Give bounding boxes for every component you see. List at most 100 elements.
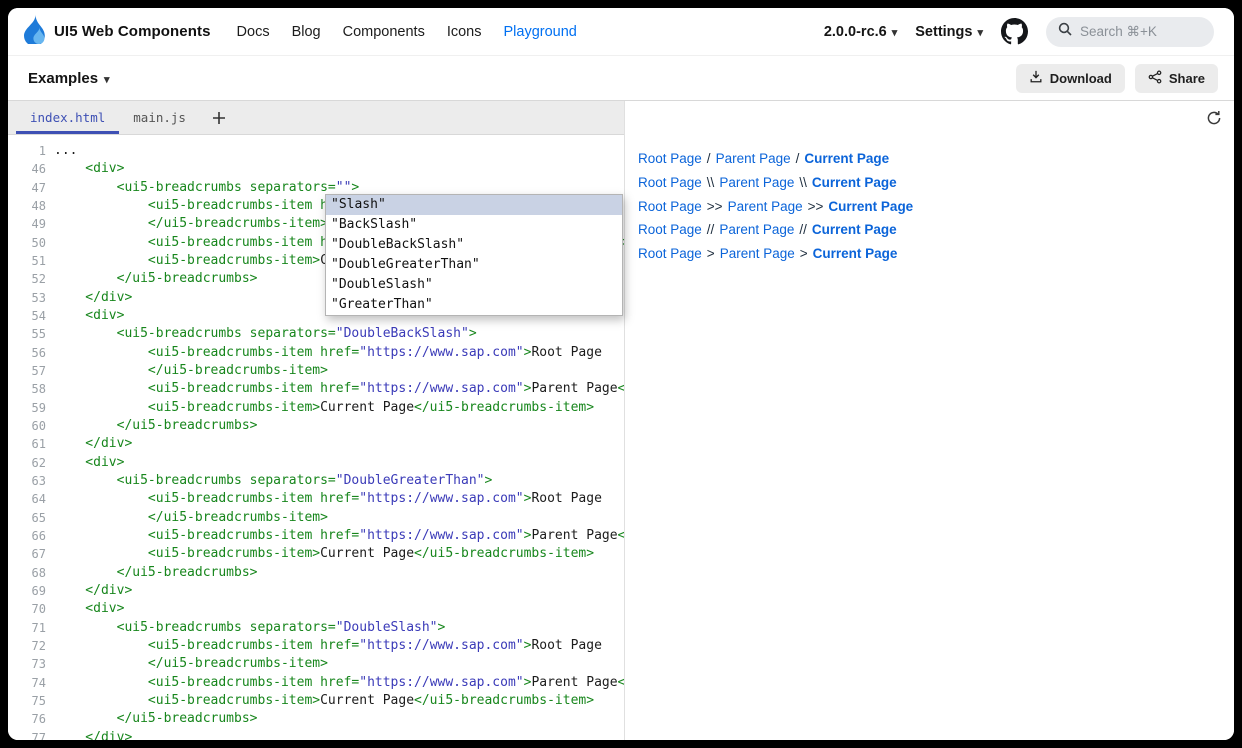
code-line: 57 </ui5-breadcrumbs-item> xyxy=(8,362,624,380)
version-dropdown[interactable]: 2.0.0-rc.6 xyxy=(824,24,897,40)
code-line: 72 <ui5-breadcrumbs-item href="https://w… xyxy=(8,637,624,655)
breadcrumb-link[interactable]: Parent Page xyxy=(720,246,795,261)
autocomplete-option[interactable]: "BackSlash" xyxy=(326,215,622,235)
code-line: 65 </ui5-breadcrumbs-item> xyxy=(8,509,624,527)
examples-dropdown[interactable]: Examples xyxy=(28,70,110,87)
breadcrumbs-row: Root Page\\Parent Page\\Current Page xyxy=(638,171,1234,195)
line-content: <ui5-breadcrumbs-item href="https://www.… xyxy=(54,674,624,692)
autocomplete-option[interactable]: "Slash" xyxy=(326,195,622,215)
site-header: UI5 Web Components Docs Blog Components Ico… xyxy=(8,8,1234,56)
line-number: 49 xyxy=(8,215,46,233)
breadcrumb-separator: / xyxy=(707,151,711,166)
breadcrumb-link[interactable]: Root Page xyxy=(638,151,702,166)
code-line: 62 <div> xyxy=(8,454,624,472)
breadcrumb-link[interactable]: Root Page xyxy=(638,222,702,237)
autocomplete-option[interactable]: "DoubleBackSlash" xyxy=(326,235,622,255)
breadcrumb-link[interactable]: Parent Page xyxy=(728,199,803,214)
line-content: </ui5-breadcrumbs> xyxy=(54,270,258,288)
code-line: 46 <div> xyxy=(8,160,624,178)
line-number: 75 xyxy=(8,692,46,710)
line-content: <ui5-breadcrumbs separators="DoubleGreat… xyxy=(54,472,492,490)
examples-label: Examples xyxy=(28,70,98,87)
settings-dropdown[interactable]: Settings xyxy=(915,24,983,40)
line-number: 57 xyxy=(8,362,46,380)
github-icon[interactable] xyxy=(1001,18,1028,45)
home-link[interactable]: UI5 Web Components xyxy=(24,14,211,49)
preview-content: Root Page/Parent Page/Current PageRoot P… xyxy=(626,135,1234,265)
nav-item-docs[interactable]: Docs xyxy=(237,24,270,40)
line-number: 64 xyxy=(8,490,46,508)
preview-toolbar xyxy=(626,101,1234,135)
preview-panel: Root Page/Parent Page/Current PageRoot P… xyxy=(626,101,1234,740)
breadcrumb-link[interactable]: Root Page xyxy=(638,175,702,190)
line-number: 69 xyxy=(8,582,46,600)
breadcrumb-link[interactable]: Parent Page xyxy=(719,222,794,237)
line-content: </ui5-breadcrumbs-item> xyxy=(54,509,328,527)
breadcrumb-separator: // xyxy=(707,222,715,237)
download-label: Download xyxy=(1050,71,1112,86)
refresh-button[interactable] xyxy=(1206,110,1222,126)
line-number: 77 xyxy=(8,729,46,741)
tab-main.js[interactable]: main.js xyxy=(119,101,200,134)
line-content: </ui5-breadcrumbs-item> xyxy=(54,655,328,673)
line-number: 58 xyxy=(8,380,46,398)
download-icon xyxy=(1029,69,1043,87)
line-number: 55 xyxy=(8,325,46,343)
nav-item-components[interactable]: Components xyxy=(343,24,425,40)
line-number: 76 xyxy=(8,710,46,728)
breadcrumb-link[interactable]: Parent Page xyxy=(716,151,791,166)
line-content: <ui5-breadcrumbs separators="DoubleBackS… xyxy=(54,325,477,343)
line-number: 60 xyxy=(8,417,46,435)
search-input[interactable]: Search ⌘+K xyxy=(1046,17,1214,47)
autocomplete-option[interactable]: "DoubleGreaterThan" xyxy=(326,255,622,275)
breadcrumb-current[interactable]: Current Page xyxy=(828,199,913,214)
line-content: </ui5-breadcrumbs> xyxy=(54,564,258,582)
line-number: 74 xyxy=(8,674,46,692)
line-content: <ui5-breadcrumbs separators=""> xyxy=(54,179,359,197)
line-number: 72 xyxy=(8,637,46,655)
chevron-down-icon xyxy=(892,24,898,40)
line-number: 46 xyxy=(8,160,46,178)
share-icon xyxy=(1148,70,1162,87)
app-window: UI5 Web Components Docs Blog Components Ico… xyxy=(8,8,1234,740)
add-file-button[interactable] xyxy=(200,101,238,134)
nav-item-blog[interactable]: Blog xyxy=(292,24,321,40)
breadcrumb-current[interactable]: Current Page xyxy=(812,222,897,237)
tab-index.html[interactable]: index.html xyxy=(16,101,119,134)
header-actions: 2.0.0-rc.6 Settings Search ⌘+ xyxy=(824,17,1214,47)
search-placeholder: Search ⌘+K xyxy=(1080,24,1157,40)
share-label: Share xyxy=(1169,71,1205,86)
code-line: 1... xyxy=(8,142,624,160)
examples-toolbar: Examples Download xyxy=(8,56,1234,101)
code-line: 71 <ui5-breadcrumbs separators="DoubleSl… xyxy=(8,619,624,637)
code-line: 74 <ui5-breadcrumbs-item href="https://w… xyxy=(8,674,624,692)
breadcrumbs-row: Root Page>Parent Page>Current Page xyxy=(638,242,1234,266)
line-content: </div> xyxy=(54,729,132,741)
nav-item-icons[interactable]: Icons xyxy=(447,24,482,40)
code-line: 55 <ui5-breadcrumbs separators="DoubleBa… xyxy=(8,325,624,343)
line-number: 52 xyxy=(8,270,46,288)
nav-item-playground[interactable]: Playground xyxy=(504,24,577,40)
breadcrumb-separator: > xyxy=(707,246,715,261)
breadcrumb-current[interactable]: Current Page xyxy=(812,175,897,190)
line-number: 47 xyxy=(8,179,46,197)
download-button[interactable]: Download xyxy=(1016,64,1125,93)
autocomplete-option[interactable]: "GreaterThan" xyxy=(326,295,622,315)
settings-label: Settings xyxy=(915,24,972,40)
breadcrumb-separator: >> xyxy=(808,199,824,214)
line-content: <ui5-breadcrumbs-item href="https://www.… xyxy=(54,637,602,655)
line-content: </ui5-breadcrumbs-item> xyxy=(54,215,328,233)
line-content: <ui5-breadcrumbs-item href="https://www.… xyxy=(54,527,624,545)
breadcrumb-link[interactable]: Root Page xyxy=(638,246,702,261)
breadcrumb-link[interactable]: Root Page xyxy=(638,199,702,214)
line-number: 73 xyxy=(8,655,46,673)
code-line: 77 </div> xyxy=(8,729,624,741)
autocomplete-option[interactable]: "DoubleSlash" xyxy=(326,275,622,295)
breadcrumb-current[interactable]: Current Page xyxy=(804,151,889,166)
line-number: 61 xyxy=(8,435,46,453)
share-button[interactable]: Share xyxy=(1135,64,1218,93)
breadcrumb-current[interactable]: Current Page xyxy=(813,246,898,261)
line-content: <div> xyxy=(54,600,124,618)
line-number: 66 xyxy=(8,527,46,545)
breadcrumb-link[interactable]: Parent Page xyxy=(719,175,794,190)
